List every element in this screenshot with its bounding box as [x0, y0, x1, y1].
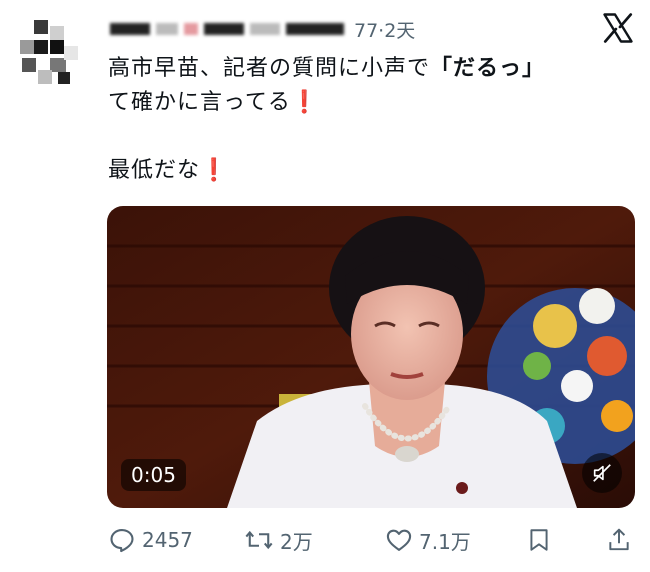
share-button[interactable] — [606, 518, 638, 562]
video-duration: 0:05 — [121, 459, 186, 491]
exclamation-icon: ❗ — [290, 90, 320, 115]
redacted-block — [286, 23, 344, 35]
retweet-button[interactable]: 2万 — [244, 518, 313, 562]
author-name-redacted[interactable] — [110, 23, 150, 35]
mute-button[interactable] — [582, 453, 622, 493]
tweet-text-line-2: て確かに言ってる❗ — [108, 86, 319, 120]
tweet-text: 高市早苗、記者の質問に小声で — [108, 56, 431, 81]
tweet-text-line-3: 最低だな❗ — [108, 154, 228, 188]
reply-icon — [110, 529, 134, 553]
tweet-text: 最低だな — [108, 158, 201, 183]
avatar[interactable] — [20, 18, 82, 86]
retweet-count: 2万 — [280, 529, 313, 554]
bookmark-button[interactable] — [526, 518, 558, 562]
like-icon — [386, 529, 412, 551]
exclamation-icon: ❗ — [200, 158, 229, 183]
tweet-text: て確かに言ってる — [108, 90, 291, 115]
tweet-text-line-1: 高市早苗、記者の質問に小声で「だるっ」 — [108, 52, 545, 86]
x-logo-icon[interactable] — [600, 10, 636, 46]
bookmark-icon — [530, 529, 548, 551]
redacted-block — [184, 23, 198, 35]
tweet-actions: 2457 2万 7.1万 — [0, 518, 650, 562]
like-button[interactable]: 7.1万 — [385, 518, 471, 562]
author-handle-redacted[interactable] — [204, 23, 244, 35]
video-player[interactable]: 0:05 — [107, 206, 635, 508]
mute-icon — [593, 464, 611, 482]
retweet-icon — [245, 530, 273, 550]
like-count: 7.1万 — [419, 529, 471, 554]
redacted-block — [250, 23, 280, 35]
reply-count: 2457 — [142, 528, 193, 552]
reply-button[interactable]: 2457 — [108, 518, 193, 562]
share-icon — [609, 528, 629, 551]
redacted-block — [156, 23, 178, 35]
video-frame — [107, 206, 635, 508]
tweet-timestamp[interactable]: 77·2天 — [354, 16, 415, 43]
tweet-text-quote: 「だるっ」 — [430, 56, 546, 81]
tweet-header: 77·2天 — [110, 14, 415, 44]
